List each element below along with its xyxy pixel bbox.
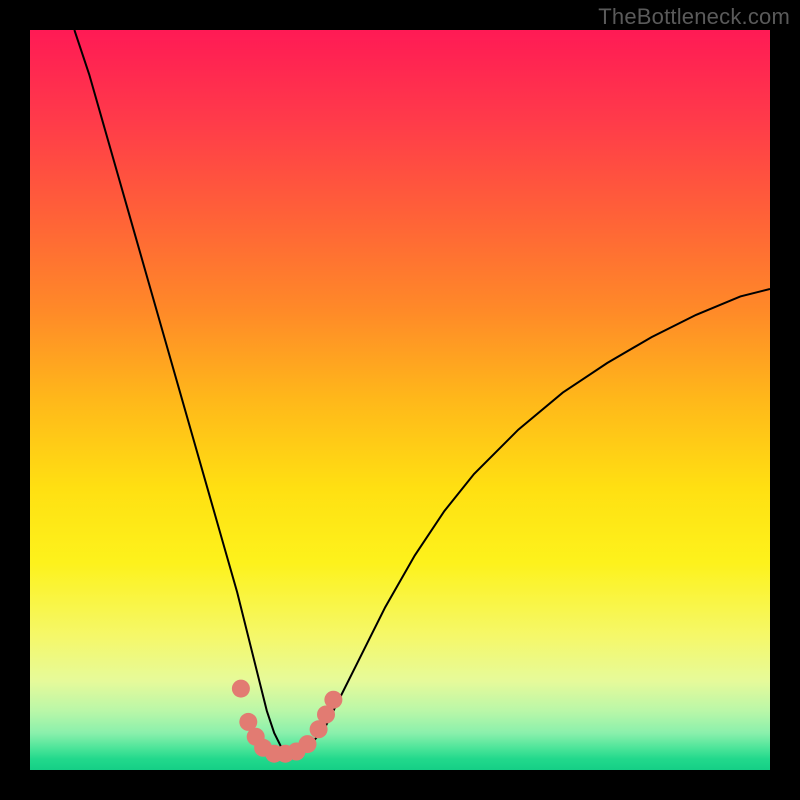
data-marker: [324, 691, 342, 709]
bottleneck-curve-path: [74, 30, 770, 755]
watermark-text: TheBottleneck.com: [598, 4, 790, 30]
chart-svg: [30, 30, 770, 770]
bottleneck-curve: [74, 30, 770, 755]
marker-group: [232, 680, 343, 763]
plot-area: [30, 30, 770, 770]
data-marker: [299, 735, 317, 753]
data-marker: [232, 680, 250, 698]
chart-frame: TheBottleneck.com: [0, 0, 800, 800]
